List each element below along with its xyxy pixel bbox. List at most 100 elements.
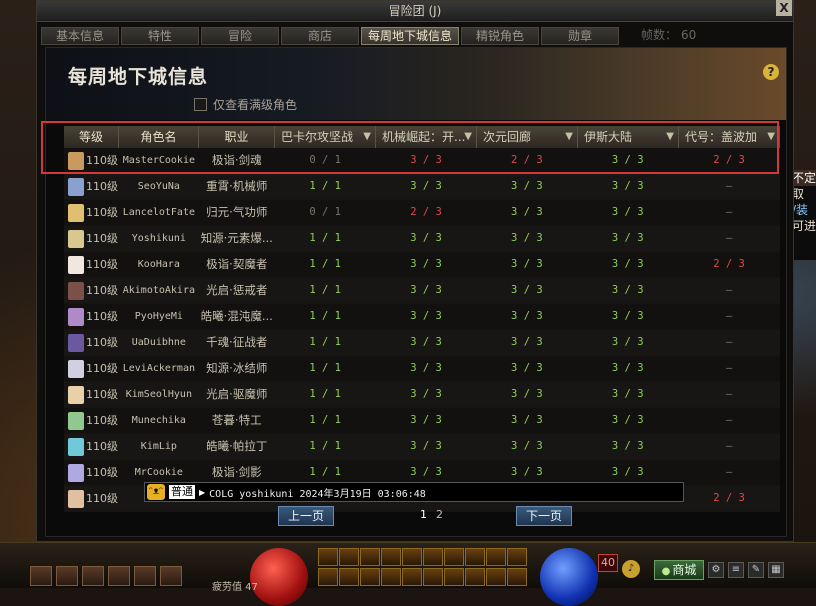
row-dungeon-5-count: – — [725, 206, 733, 218]
row-dungeon-5-count: 2 / 3 — [713, 492, 745, 504]
dropdown-arrow-icon[interactable]: ▼ — [565, 126, 573, 148]
table-row[interactable]: 110级 KooHara 极诣·契魔者 1 / 1 3 / 3 3 / 3 3 / 3 2 /… — [64, 252, 780, 278]
skill-slot[interactable] — [381, 548, 401, 566]
chat-channel[interactable]: 普通 — [169, 485, 195, 499]
table-row[interactable]: 110级 Yoshikuni 知源·元素爆... 1 / 1 3 / 3 3 / 3 3 /… — [64, 226, 780, 252]
skill-slot[interactable] — [444, 548, 464, 566]
skill-slot[interactable] — [339, 567, 359, 586]
row-job: 知源·冰结师 — [206, 361, 268, 375]
max-level-filter[interactable]: 仅查看满级角色 — [194, 96, 297, 113]
table-row[interactable]: 110级 LeviAckerman 知源·冰结师 1 / 1 3 / 3 3 / 3 3 /… — [64, 356, 780, 382]
row-dungeon-1-count: 1 / 1 — [309, 440, 341, 452]
skill-slot[interactable] — [507, 548, 527, 566]
tab-traits[interactable]: 特性 — [121, 27, 199, 45]
tab-adventure[interactable]: 冒险 — [201, 27, 279, 45]
character-avatar-icon — [68, 177, 84, 196]
adventure-group-window: 冒险团 (J) 基本信息 特性 冒险 商店 每周地下城信息 精锐角色 勋章 帧数… — [36, 0, 794, 542]
dropdown-arrow-icon[interactable]: ▼ — [767, 126, 775, 148]
header-job[interactable]: 职业 — [199, 126, 275, 148]
mp-orb — [540, 548, 598, 606]
skill-slot[interactable] — [423, 548, 443, 566]
potion-slot[interactable] — [56, 566, 78, 586]
tab-medals[interactable]: 勋章 — [541, 27, 619, 45]
max-level-checkbox[interactable] — [194, 98, 207, 111]
potion-slot[interactable] — [82, 566, 104, 586]
table-row[interactable]: 110级 LancelotFate 归元·气功师 0 / 1 2 / 3 3 / 3 3 /… — [64, 200, 780, 226]
bell-icon[interactable]: ♪ — [622, 560, 640, 578]
potion-slot[interactable] — [134, 566, 156, 586]
skill-slot[interactable] — [381, 567, 401, 586]
character-avatar-icon — [68, 411, 84, 430]
tool-icon[interactable]: ✎ — [748, 562, 764, 578]
row-character-name: PyoHyeMi — [134, 311, 183, 322]
skill-slot[interactable] — [318, 567, 338, 586]
skill-slot[interactable] — [444, 567, 464, 586]
header-dungeon-3[interactable]: 次元回廊 ▼ — [477, 126, 578, 148]
table-row[interactable]: 110级 KimSeolHyun 光启·驱魔师 1 / 1 3 / 3 3 / 3 3 / … — [64, 382, 780, 408]
row-dungeon-5-count: – — [725, 336, 733, 348]
table-row[interactable]: 110级 Munechika 苍暮·特工 1 / 1 3 / 3 3 / 3 3 / 3 – — [64, 408, 780, 434]
character-avatar-icon — [68, 333, 84, 352]
character-avatar-icon — [68, 281, 84, 300]
character-avatar-icon — [68, 229, 84, 248]
tab-shop[interactable]: 商店 — [281, 27, 359, 45]
character-avatar-icon — [68, 489, 84, 508]
tab-bar: 基本信息 特性 冒险 商店 每周地下城信息 精锐角色 勋章 — [41, 27, 619, 45]
skill-slot[interactable] — [465, 548, 485, 566]
page-number-2[interactable]: 2 — [436, 508, 443, 521]
table-row[interactable]: 110级 UaDuibhne 千魂·征战者 1 / 1 3 / 3 3 / 3 3 / 3 – — [64, 330, 780, 356]
skill-slot[interactable] — [423, 567, 443, 586]
settings-icon[interactable]: ⚙ — [708, 562, 724, 578]
shop-button[interactable]: ● 商城 — [654, 560, 704, 580]
row-dungeon-1-count: 1 / 1 — [309, 310, 341, 322]
character-avatar-icon — [68, 359, 84, 378]
potion-slot[interactable] — [30, 566, 52, 586]
skill-slot[interactable] — [402, 567, 422, 586]
header-level[interactable]: 等级 — [64, 126, 119, 148]
skill-slot[interactable] — [507, 567, 527, 586]
row-level: 110级 — [64, 330, 119, 355]
table-row[interactable]: 110级 AkimotoAkira 光启·惩戒者 1 / 1 3 / 3 3 / 3 3 /… — [64, 278, 780, 304]
tab-basic-info[interactable]: 基本信息 — [41, 27, 119, 45]
tab-weekly-dungeon[interactable]: 每周地下城信息 — [361, 27, 459, 45]
row-dungeon-1-count: 1 / 1 — [309, 232, 341, 244]
page-number-1[interactable]: 1 — [420, 508, 427, 521]
table-row[interactable]: 110级 MasterCookie 极诣·剑魂 0 / 1 3 / 3 2 / 3 3 / … — [64, 148, 780, 174]
grid-icon[interactable]: ▦ — [768, 562, 784, 578]
tab-elite-characters[interactable]: 精锐角色 — [461, 27, 539, 45]
skill-slot[interactable] — [465, 567, 485, 586]
row-character-name: LeviAckerman — [122, 363, 195, 374]
skill-slot[interactable] — [360, 567, 380, 586]
character-avatar-icon — [68, 307, 84, 326]
table-row[interactable]: 110级 PyoHyeMi 皓曦·混沌魔... 1 / 1 3 / 3 3 / 3 3 / … — [64, 304, 780, 330]
skill-slot[interactable] — [486, 567, 506, 586]
row-dungeon-4-count: 3 / 3 — [611, 154, 644, 166]
potion-slot[interactable] — [160, 566, 182, 586]
prev-page-button[interactable]: 上一页 — [278, 506, 334, 526]
emote-icon[interactable]: ᵔᴥᵔ — [147, 484, 165, 500]
header-dungeon-5[interactable]: 代号：盖波加 ▼ — [679, 126, 780, 148]
close-icon[interactable]: X — [776, 0, 792, 16]
window-title[interactable]: 冒险团 (J) — [37, 1, 793, 22]
table-row[interactable]: 110级 SeoYuNa 重霄·机械师 1 / 1 3 / 3 3 / 3 3 / 3 – — [64, 174, 780, 200]
skill-slot[interactable] — [339, 548, 359, 566]
table-row[interactable]: 110级 KimLip 皓曦·帕拉丁 1 / 1 3 / 3 3 / 3 3 / 3 – — [64, 434, 780, 460]
potion-slot[interactable] — [108, 566, 130, 586]
row-character-name: AkimotoAkira — [122, 285, 195, 296]
header-dungeon-2[interactable]: 机械崛起：开... ▼ — [376, 126, 477, 148]
menu-icon[interactable]: ≡ — [728, 562, 744, 578]
skill-slot[interactable] — [486, 548, 506, 566]
help-icon[interactable]: ? — [763, 64, 779, 80]
row-dungeon-4-count: 3 / 3 — [611, 232, 644, 244]
header-dungeon-1[interactable]: 巴卡尔攻坚战 ▼ — [275, 126, 376, 148]
skill-slot[interactable] — [318, 548, 338, 566]
skill-slot[interactable] — [402, 548, 422, 566]
character-avatar-icon — [68, 463, 84, 482]
dropdown-arrow-icon[interactable]: ▼ — [464, 126, 472, 148]
dropdown-arrow-icon[interactable]: ▼ — [666, 126, 674, 148]
dropdown-arrow-icon[interactable]: ▼ — [363, 126, 371, 148]
skill-slot[interactable] — [360, 548, 380, 566]
header-name[interactable]: 角色名 — [119, 126, 199, 148]
next-page-button[interactable]: 下一页 — [516, 506, 572, 526]
header-dungeon-4[interactable]: 伊斯大陆 ▼ — [578, 126, 679, 148]
